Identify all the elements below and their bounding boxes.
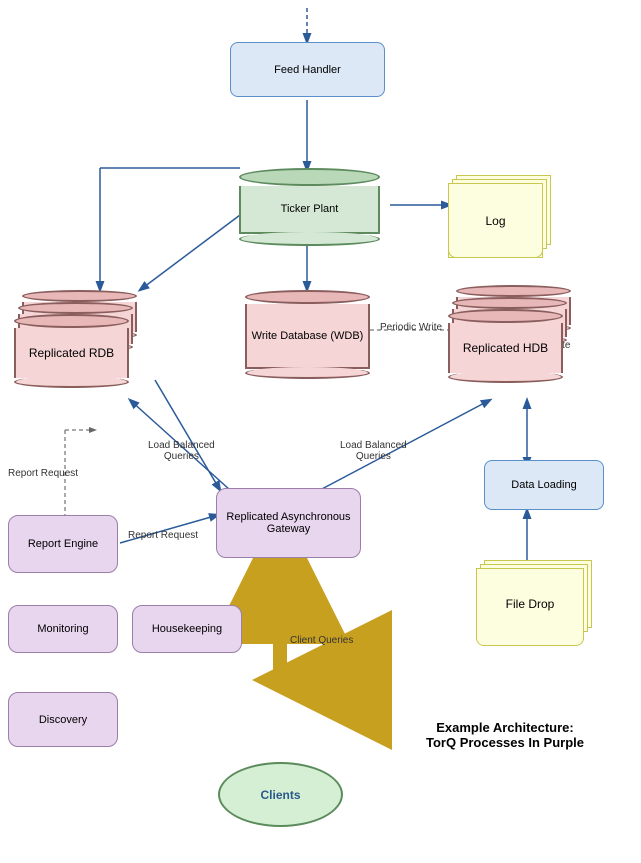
monitoring-node: Monitoring	[8, 605, 118, 653]
replicated-hdb-label: Replicated HDB	[463, 341, 548, 355]
periodic-write-label: Periodic Write	[380, 322, 442, 333]
example-arch-line2: TorQ Processes In Purple	[426, 735, 584, 750]
discovery-node: Discovery	[8, 692, 118, 747]
feed-handler-label: Feed Handler	[274, 64, 341, 76]
report-request-label: Report Request	[8, 468, 78, 479]
load-balanced-left-label: Load BalancedQueries	[148, 440, 215, 462]
log-label: Log	[485, 214, 505, 228]
replicated-gateway-label: Replicated Asynchronous Gateway	[223, 511, 354, 535]
client-queries-label: Client Queries	[290, 635, 353, 646]
ticker-plant-node: Ticker Plant	[237, 168, 382, 246]
replicated-hdb-node: Replicated HDB	[448, 285, 563, 359]
discovery-label: Discovery	[39, 714, 87, 726]
file-drop-node: File Drop	[476, 560, 584, 646]
replicated-rdb-label: Replicated RDB	[29, 346, 114, 360]
report-engine-label: Report Engine	[28, 538, 98, 550]
example-architecture-label: Example Architecture: TorQ Processes In …	[400, 720, 610, 750]
data-loading-node: Data Loading	[484, 460, 604, 510]
clients-label: Clients	[260, 788, 300, 802]
data-loading-label: Data Loading	[511, 479, 576, 491]
write-database-node: Write Database (WDB)	[245, 290, 370, 379]
feed-handler-node: Feed Handler	[230, 42, 385, 97]
ticker-plant-label: Ticker Plant	[281, 203, 339, 215]
file-drop-label: File Drop	[506, 597, 555, 611]
housekeeping-label: Housekeeping	[152, 623, 222, 635]
load-balanced-right-label: Load BalancedQueries	[340, 440, 407, 462]
report-request2-label: Report Request	[128, 530, 198, 541]
report-engine-node: Report Engine	[8, 515, 118, 573]
clients-node: Clients	[218, 762, 343, 827]
housekeeping-node: Housekeeping	[132, 605, 242, 653]
example-arch-line1: Example Architecture:	[436, 720, 574, 735]
replicated-gateway-node: Replicated Asynchronous Gateway	[216, 488, 361, 558]
diagram-container: Periodic Write Load BalancedQueries Load…	[0, 0, 641, 863]
replicated-rdb-node: Replicated RDB	[14, 290, 129, 364]
monitoring-label: Monitoring	[37, 623, 88, 635]
write-database-label: Write Database (WDB)	[252, 330, 364, 342]
